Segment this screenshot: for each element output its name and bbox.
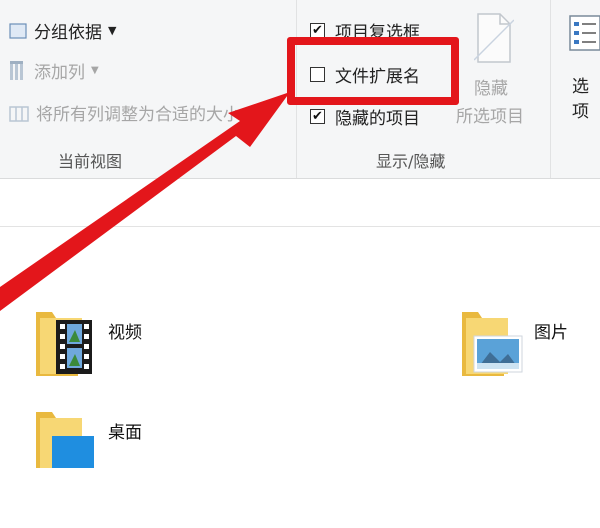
watermark-text: 深山红叶: [450, 411, 578, 526]
annotation-arrow: [0, 92, 290, 311]
watermark-url: shenshanhongye.com: [460, 450, 581, 463]
